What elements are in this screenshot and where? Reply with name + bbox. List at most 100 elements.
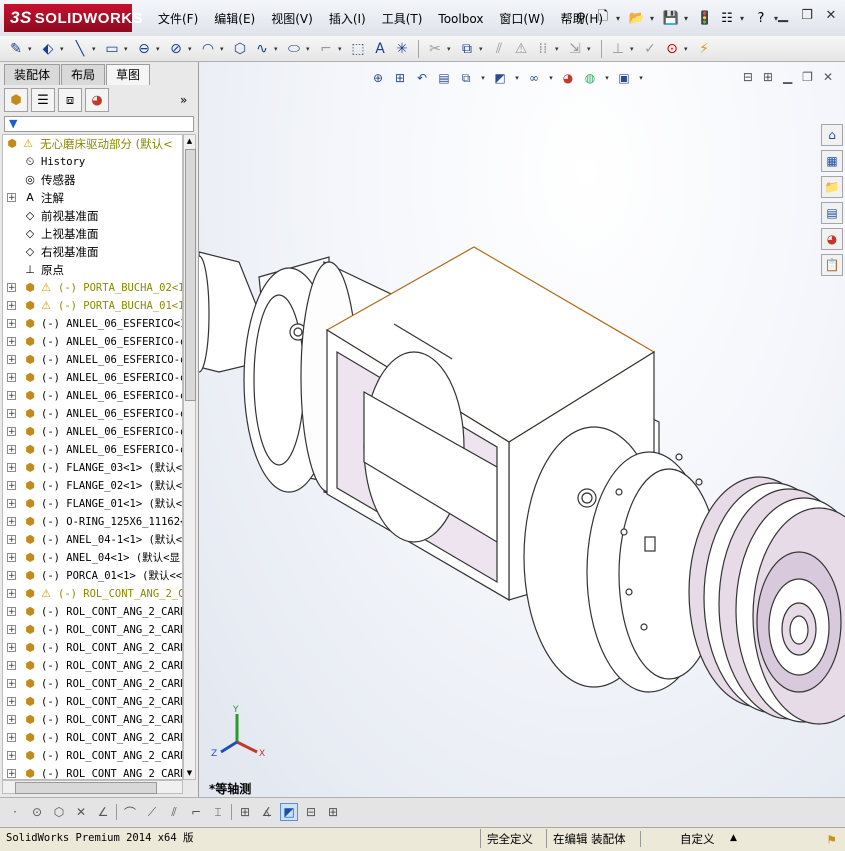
appearances-icon[interactable]: ◕ [821,228,843,250]
restore-icon[interactable]: ❐ [799,8,815,24]
menu-item[interactable]: 工具(T) [374,10,431,28]
line-icon[interactable]: ╲ [70,39,90,59]
four-view-icon[interactable]: ⊞ [324,803,342,821]
linear-pattern-icon[interactable]: ⁞⁞ [533,39,553,59]
tree-item[interactable]: + ⬢ (-) ROL_CONT_ANG_2_CARR [3,729,182,747]
display-relations-icon[interactable]: ⊥ [608,39,628,59]
menu-item[interactable]: 窗口(W) [491,10,552,28]
solidworks-logo[interactable]: 3S SOLIDWORKS [4,4,143,32]
grid-icon[interactable]: ⊞ [236,803,254,821]
view-settings-dropdown-icon[interactable]: ▾ [637,69,645,87]
close-icon[interactable]: ✕ [823,70,833,84]
expand-icon[interactable]: + [7,445,16,455]
tree-vertical-scrollbar[interactable]: ▲ ▼ [183,134,196,780]
expand-icon[interactable]: + [7,283,16,293]
dimension-dropdown-icon[interactable]: ▾ [60,45,68,53]
scene-dropdown-icon[interactable]: ▾ [603,69,611,87]
property-manager-icon[interactable]: ☰ [31,88,55,112]
repair-icon[interactable]: ✓ [640,39,660,59]
fillet-icon[interactable]: ⌐ [316,39,336,59]
smart-dimension-icon[interactable]: ⬖ [38,39,58,59]
zoom-to-area-icon[interactable]: ⊞ [391,69,409,87]
expand-icon[interactable]: + [7,697,16,707]
relations-dropdown-icon[interactable]: ▾ [630,45,638,53]
expand-icon[interactable]: + [7,643,16,653]
convert-dropdown-icon[interactable]: ▾ [479,45,487,53]
expand-icon[interactable]: + [7,751,16,761]
tree-item[interactable]: ◇ 前视基准面 [3,207,182,225]
expand-icon[interactable]: + [7,679,16,689]
ellipse-icon[interactable]: ⬭ [284,39,304,59]
tree-item[interactable]: ⬢ ⚠ 无心磨床驱动部分 (默认< [3,135,182,153]
horizontal-split-icon[interactable]: ⊟ [302,803,320,821]
home-icon[interactable]: ⌂ [821,124,843,146]
tree-item[interactable]: + ⬢ (-) ANLEL_06_ESFERICO<1 [3,315,182,333]
restore-icon[interactable]: ❐ [802,70,813,84]
expand-icon[interactable]: + [7,625,16,635]
rectangle-dropdown-icon[interactable]: ▾ [124,45,132,53]
expand-icon[interactable]: + [7,535,16,545]
circle-icon[interactable]: ⊘ [166,39,186,59]
tree-item[interactable]: + ⬢ (-) ROL_CONT_ANG_2_CARR [3,675,182,693]
expand-icon[interactable]: + [7,319,16,329]
menu-item[interactable]: 文件(F) [150,10,206,28]
scroll-down-icon[interactable]: ▼ [184,767,195,779]
model-3d[interactable] [199,62,845,797]
expand-icon[interactable]: + [7,301,16,311]
units-selector[interactable]: 自定义 [660,829,735,848]
tab-assembly[interactable]: 装配体 [4,64,61,85]
plane-icon[interactable]: ⬚ [348,39,368,59]
menu-item[interactable]: 插入(I) [321,10,374,28]
units-dropdown-icon[interactable]: ▲ [730,828,737,849]
split-horizontal-icon[interactable]: ⊟ [743,70,753,84]
display-style-icon[interactable]: ◩ [491,69,509,87]
tree-item[interactable]: + ⬢ (-) FLANGE_01<1> (默认< [3,495,182,513]
expand-icon[interactable]: + [7,391,16,401]
tree-item[interactable]: + ⬢ ⚠ (-) PORTA_BUCHA_02<1 [3,279,182,297]
section-view-icon[interactable]: ▤ [435,69,453,87]
new-dropdown-icon[interactable]: ▾ [616,14,624,23]
tree-item[interactable]: ⏲ History [3,153,182,171]
convert-entities-icon[interactable]: ⧉ [457,39,477,59]
text-icon[interactable]: A [370,39,390,59]
tree-item[interactable]: + ⬢ (-) ANEL_04<1> (默认<显 [3,549,182,567]
trim-icon[interactable]: ✂ [425,39,445,59]
previous-view-icon[interactable]: ↶ [413,69,431,87]
expand-icon[interactable]: + [7,715,16,725]
tree-item[interactable]: + ⬢ (-) ROL_CONT_ANG_2_CARR [3,693,182,711]
expand-icon[interactable]: + [7,733,16,743]
arc-icon[interactable]: ◠ [198,39,218,59]
menu-item[interactable]: 视图(V) [263,10,321,28]
orientation-dropdown-icon[interactable]: ▾ [479,69,487,87]
save-icon[interactable]: 💾 [662,9,680,27]
open-folder-icon[interactable]: 📂 [628,9,646,27]
tree-item[interactable]: + ⬢ (-) FLANGE_02<1> (默认< [3,477,182,495]
pattern-dropdown-icon[interactable]: ▾ [555,45,563,53]
tree-item[interactable]: + ⬢ (-) PORCA_01<1> (默认<< [3,567,182,585]
polygon-icon[interactable]: ⬡ [230,39,250,59]
trim-icon[interactable]: ✕ [72,803,90,821]
snaps-dropdown-icon[interactable]: ▾ [684,45,692,53]
tree-item[interactable]: + ⬢ (-) ANLEL_06_ESFERICO-o [3,351,182,369]
point-icon[interactable]: ✳ [392,39,412,59]
filter-icon[interactable]: ▼ [9,117,17,130]
expand-icon[interactable]: + [7,193,16,203]
options-dropdown-icon[interactable]: ▾ [740,14,748,23]
expand-icon[interactable]: + [7,373,16,383]
display-style-dropdown-icon[interactable]: ▾ [513,69,521,87]
expand-icon[interactable]: + [7,499,16,509]
tree-item[interactable]: ◇ 右视基准面 [3,243,182,261]
edit-appearance-icon[interactable]: ◕ [559,69,577,87]
more-tabs-icon[interactable]: » [180,93,187,107]
graphics-area[interactable]: ⊕ ⊞ ↶ ▤ ⧉ ▾ ◩ ▾ ∞ ▾ ◕ ◍ ▾ ▣ ▾ ⊟ ⊞ ▁ ❐ ✕ ⌂ ▦ 📁… [199,62,845,797]
tree-item[interactable]: + A 注解 [3,189,182,207]
tree-item[interactable]: ◎ 传感器 [3,171,182,189]
ellipse-dropdown-icon[interactable]: ▾ [306,45,314,53]
tree-item[interactable]: + ⬢ (-) ANLEL_06_ESFERICO-o [3,405,182,423]
options-icon[interactable]: ☷ [718,9,736,27]
tab-layout[interactable]: 布局 [61,64,106,85]
move-icon[interactable]: ⇲ [565,39,585,59]
expand-icon[interactable]: + [7,571,16,581]
tree-item[interactable]: + ⬢ (-) ROL_CONT_ANG_2_CARR [3,621,182,639]
line-dropdown-icon[interactable]: ▾ [92,45,100,53]
